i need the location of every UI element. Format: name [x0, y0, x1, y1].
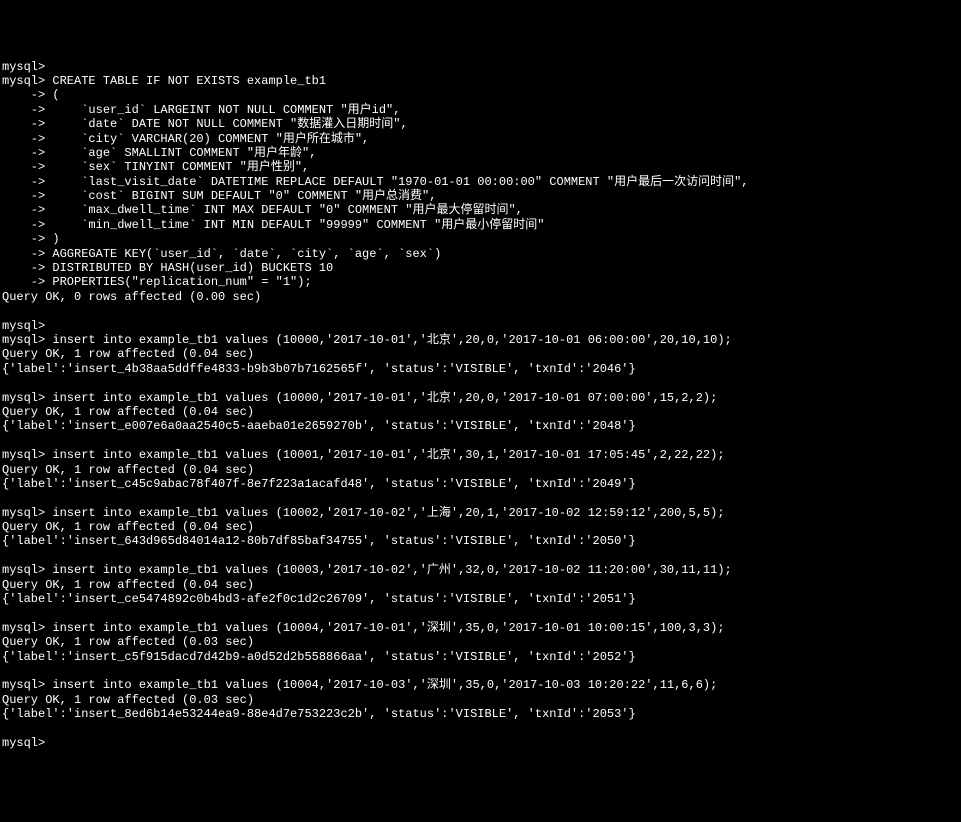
terminal-output[interactable]: mysql> mysql> CREATE TABLE IF NOT EXISTS… [2, 60, 959, 751]
